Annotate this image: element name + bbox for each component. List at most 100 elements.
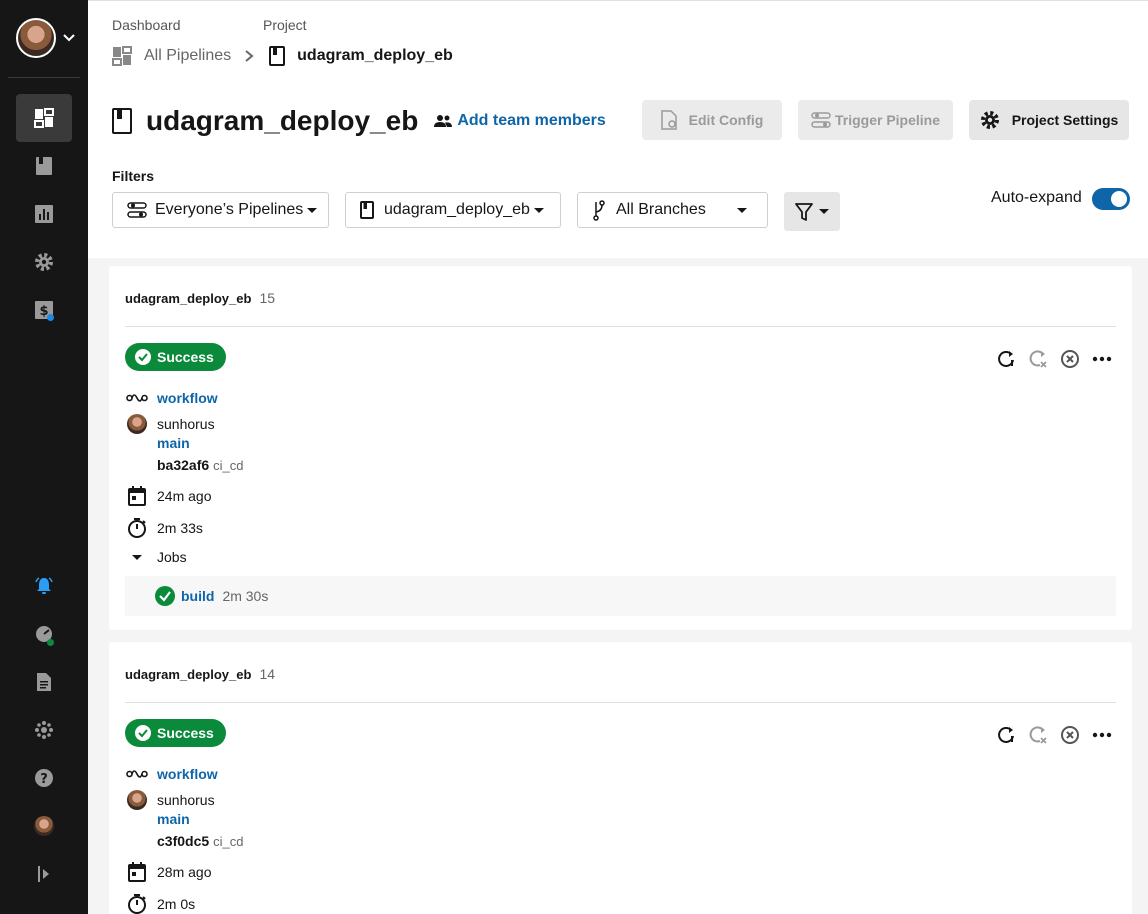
branch-filter-dropdown[interactable]: All Branches (577, 192, 768, 228)
filter-icon (795, 202, 813, 221)
sidebar-item-help[interactable]: ? (16, 754, 72, 802)
workflow-link[interactable]: workflow (157, 390, 218, 406)
avatar (34, 816, 54, 836)
pipeline-project[interactable]: udagram_deploy_eb (125, 291, 251, 306)
pipeline-card: udagram_deploy_eb 14 Success workflow sun… (109, 642, 1132, 914)
avatar (127, 414, 147, 434)
timer-icon (128, 518, 146, 538)
caret-down-icon (307, 207, 318, 213)
sidebar-item-plan[interactable]: $ (16, 286, 72, 334)
auto-expand-toggle[interactable] (1092, 188, 1130, 210)
job-link[interactable]: build (181, 588, 214, 604)
sidebar-item-user[interactable] (16, 802, 72, 850)
page-header: Dashboard Project All Pipelines udagram_… (88, 0, 1148, 258)
status-badge[interactable]: Success (125, 719, 226, 747)
account-menu[interactable] (16, 18, 78, 60)
project-filter-value: udagram_deploy_eb (384, 201, 530, 218)
status-badge[interactable]: Success (125, 343, 226, 371)
duration-row: 2m 0s (125, 894, 195, 914)
time-row: 24m ago (125, 486, 211, 506)
sidebar-item-settings[interactable] (16, 238, 72, 286)
check-circle-icon (135, 349, 151, 365)
breadcrumb-project[interactable]: udagram_deploy_eb (297, 47, 453, 65)
rerun-button[interactable] (990, 348, 1022, 370)
branch-filter-value: All Branches (616, 201, 706, 218)
more-button[interactable] (1086, 724, 1118, 746)
status-label: Success (157, 349, 214, 365)
project-icon (360, 201, 374, 219)
divider (125, 702, 1116, 703)
sidebar-item-status[interactable] (16, 610, 72, 658)
cancel-button[interactable] (1054, 724, 1086, 746)
rerun-button[interactable] (990, 724, 1022, 746)
project-settings-button[interactable]: Project Settings (969, 100, 1129, 140)
pipeline-project[interactable]: udagram_deploy_eb (125, 667, 251, 682)
commit-hash[interactable]: c3f0dc5 (157, 833, 209, 849)
community-icon (35, 721, 53, 739)
caret-down-icon (819, 209, 829, 214)
rerun-icon (998, 351, 1014, 367)
bell-icon (35, 577, 53, 594)
advanced-filter-button[interactable] (784, 192, 840, 231)
commit-message: ci_cd (213, 457, 244, 473)
svg-text:?: ? (40, 772, 48, 787)
rerun-failed-button[interactable] (1022, 348, 1054, 370)
sidebar-item-docs[interactable] (16, 658, 72, 706)
project-settings-label: Project Settings (1011, 112, 1119, 128)
branch-link[interactable]: main (157, 435, 190, 451)
sidebar-item-dashboard[interactable] (16, 94, 72, 142)
workflow-icon (126, 770, 148, 778)
rerun-failed-button[interactable] (1022, 724, 1054, 746)
more-button[interactable] (1086, 348, 1118, 370)
breadcrumb-project-label: Project (263, 17, 307, 33)
cancel-button[interactable] (1054, 348, 1086, 370)
rerun-icon (998, 727, 1014, 743)
cancel-icon (1061, 726, 1079, 744)
chevron-down-icon (63, 34, 75, 42)
page-title: udagram_deploy_eb (146, 105, 419, 136)
edit-config-button[interactable]: Edit Config (642, 100, 782, 140)
jobs-label: Jobs (157, 549, 187, 565)
sidebar-item-notifications[interactable] (16, 562, 72, 610)
pipeline-header: udagram_deploy_eb 14 (125, 666, 275, 682)
sidebar-item-insights[interactable] (16, 190, 72, 238)
sidebar: $ ? (0, 0, 88, 914)
sidebar-collapse[interactable] (16, 850, 72, 898)
add-team-members-label: Add team members (457, 112, 606, 129)
sidebar-item-community[interactable] (16, 706, 72, 754)
sidebar-item-projects[interactable] (16, 142, 72, 190)
branch-row: main (157, 811, 190, 827)
pipelines-filter-dropdown[interactable]: Everyone’s Pipelines (112, 192, 329, 228)
calendar-icon (128, 862, 146, 882)
calendar-icon (128, 486, 146, 506)
pipelines-icon (127, 202, 147, 218)
help-icon: ? (35, 769, 53, 787)
timer-icon (128, 894, 146, 914)
commit-row: ba32af6 ci_cd (157, 457, 244, 473)
collapse-icon (38, 866, 49, 882)
duration: 2m 33s (157, 520, 203, 536)
workflow-row: workflow (125, 766, 218, 782)
project-filter-dropdown[interactable]: udagram_deploy_eb (345, 192, 561, 228)
commit-row: c3f0dc5 ci_cd (157, 833, 244, 849)
branch-row: main (157, 435, 190, 451)
breadcrumb-all-pipelines[interactable]: All Pipelines (144, 47, 231, 65)
filters-label: Filters (112, 168, 155, 184)
user-name: sunhorus (157, 416, 215, 432)
jobs-toggle[interactable]: Jobs (125, 549, 187, 565)
trigger-pipeline-button[interactable]: Trigger Pipeline (798, 100, 953, 140)
user-row: sunhorus (125, 414, 215, 434)
dashboard-icon (34, 108, 54, 128)
add-team-members-link[interactable]: Add team members (434, 112, 606, 130)
user-name: sunhorus (157, 792, 215, 808)
main-content: Dashboard Project All Pipelines udagram_… (88, 0, 1148, 914)
workflow-link[interactable]: workflow (157, 766, 218, 782)
edit-config-label: Edit Config (688, 112, 764, 128)
projects-icon (36, 157, 52, 175)
cancel-icon (1061, 350, 1079, 368)
branch-link[interactable]: main (157, 811, 190, 827)
commit-hash[interactable]: ba32af6 (157, 457, 209, 473)
rerun-failed-icon (1029, 350, 1047, 368)
document-icon (37, 673, 51, 691)
user-row: sunhorus (125, 790, 215, 810)
